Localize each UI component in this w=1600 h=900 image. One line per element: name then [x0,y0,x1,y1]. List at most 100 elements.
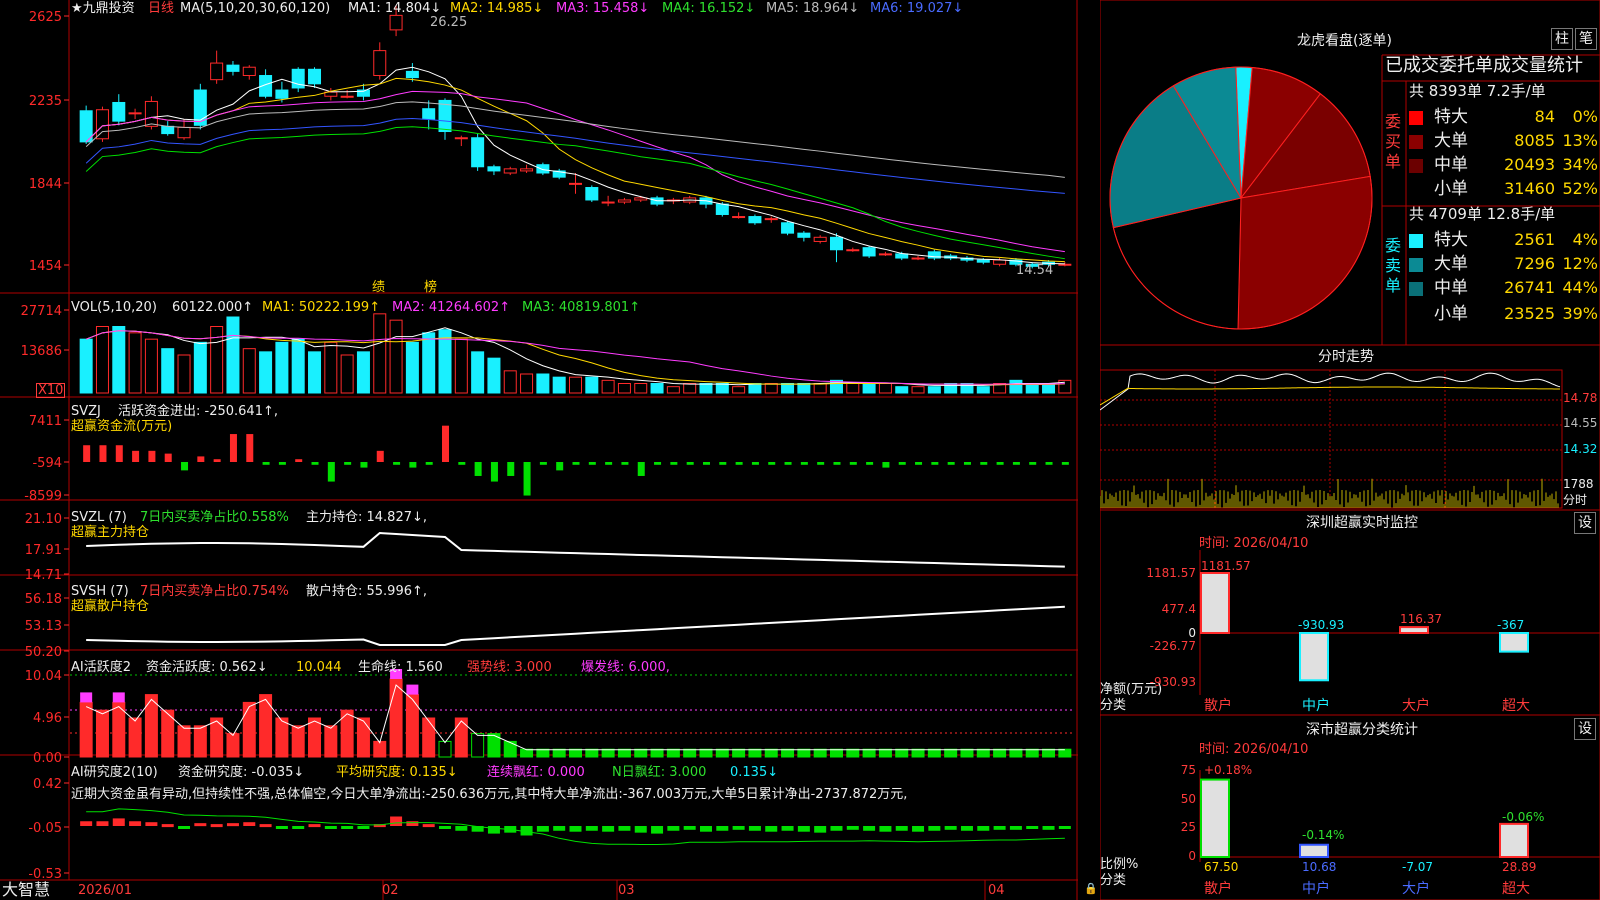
flow-bar [474,462,482,476]
research-bar [210,824,223,828]
volume-bar [95,326,109,394]
cls-ytick-4: 0 [1188,849,1196,863]
candle [976,259,990,263]
activity-bar [373,740,387,758]
research-bar [112,818,125,826]
intraday-mode-label[interactable]: 分时 [1563,494,1587,506]
sz-value-retail: 1181.57 [1201,559,1251,573]
cls-change-mid: -0.14% [1302,828,1345,842]
flow-bar [572,462,580,465]
flow-bar [1061,462,1069,465]
activity-bar [1025,748,1039,758]
period-label[interactable]: 日线 [148,2,174,15]
activity-bar [797,748,811,758]
sz-bar [1399,626,1429,635]
ai-burst-line: 爆发线: 6.000, [581,660,670,675]
ma-line-20 [85,90,1065,253]
sell-side-label: 委卖单 [1385,236,1402,295]
flow-bar [621,462,629,465]
volume-bar [340,354,354,394]
research-bar [977,826,990,831]
stock-name: ★九鼎投资 [71,1,135,16]
volume-bar [373,313,387,394]
sz-monitor-settings-button[interactable]: 设 [1574,512,1596,534]
activity-bar [617,748,631,758]
flow-bar [458,462,466,465]
flow-bar [996,462,1004,465]
sz-cat-large: 大户 [1402,698,1430,714]
volume-bar [275,341,289,394]
cls-bar [1299,843,1329,859]
flow-bar [327,462,335,482]
research-bar [536,826,549,832]
candle [226,64,240,72]
volume-bar [259,351,273,394]
ai-activity-title: AI活跃度2 [71,660,131,675]
flow-bar [278,462,286,465]
research-bar [895,826,908,831]
legend-swatch-sell-m [1409,282,1423,296]
volume-bar [797,383,811,394]
volume-bar [308,351,322,394]
ai-research-tail: 0.135↓ [730,765,779,780]
flow-bar [882,462,890,468]
trade-stats-heading: 已成交委托单成交量统计 [1385,55,1583,76]
volume-bar [324,341,338,394]
research-bar [634,826,647,833]
sz-monitor-time: 时间: 2026/04/10 [1199,536,1309,551]
ai-research-title: AI研究度2(10) [71,765,158,780]
research-bar [960,826,973,831]
sz-classify-settings-button[interactable]: 设 [1574,718,1596,740]
research-bar [683,826,696,830]
volume-bar [846,383,860,394]
volume-bar [520,373,534,394]
candle [454,137,468,140]
volume-bar [666,386,680,394]
lock-icon[interactable]: 🔒 [1084,883,1098,894]
sell-row-m-count: 26741 [1504,278,1555,297]
candle [895,253,909,259]
volume-bar [748,383,762,394]
activity-bar [471,733,485,758]
sell-row-l-count: 7296 [1514,254,1555,273]
candle [405,70,419,79]
ai-activity-value: 资金活跃度: 0.562↓ [146,660,268,675]
svzl-subtitle: 超赢主力持仓 [71,525,150,540]
candle [389,14,403,31]
brand-logo[interactable]: 大智慧 [2,882,50,898]
svsh-ytick-0: 56.18 [25,592,62,607]
kline-ytick-0: 2625 [29,10,62,25]
tick-view-button[interactable]: 笔 [1575,28,1597,50]
volume-bar [487,357,501,394]
xaxis-mar: 03 [618,883,635,898]
volume-bar [911,386,925,394]
intraday-ytick-1: 14.78 [1563,391,1598,405]
sz-ylabel2: 分类 [1100,698,1127,713]
flow-bar [719,462,727,465]
cls-value-mid: 10.68 [1302,860,1337,874]
volume-bar [895,386,909,394]
flow-bar [490,462,498,482]
flow-bar [181,462,189,471]
ai-lifeline: 生命线: 1.560 [358,660,443,675]
activity-bar [781,748,795,758]
column-view-button[interactable]: 柱 [1551,28,1573,50]
research-bar [292,826,305,829]
volume-bar [634,383,648,394]
candle [128,112,142,115]
svzj-title: SVZJ [71,404,101,419]
candle [177,126,191,139]
flow-bar [99,445,107,462]
candle [715,203,729,215]
intraday-plot [1100,369,1563,509]
sz-cat-retail: 散户 [1204,698,1232,714]
activity-bar [389,678,403,758]
flow-bar [931,462,939,465]
sell-row-xl-count: 2561 [1514,230,1555,249]
flow-bar [213,459,221,462]
flow-bar [507,462,515,476]
volume-bar [764,383,778,394]
legend-swatch-buy-l [1409,135,1423,149]
ma-params: MA(5,10,20,30,60,120) [180,1,331,16]
volume-bar [1009,379,1023,394]
